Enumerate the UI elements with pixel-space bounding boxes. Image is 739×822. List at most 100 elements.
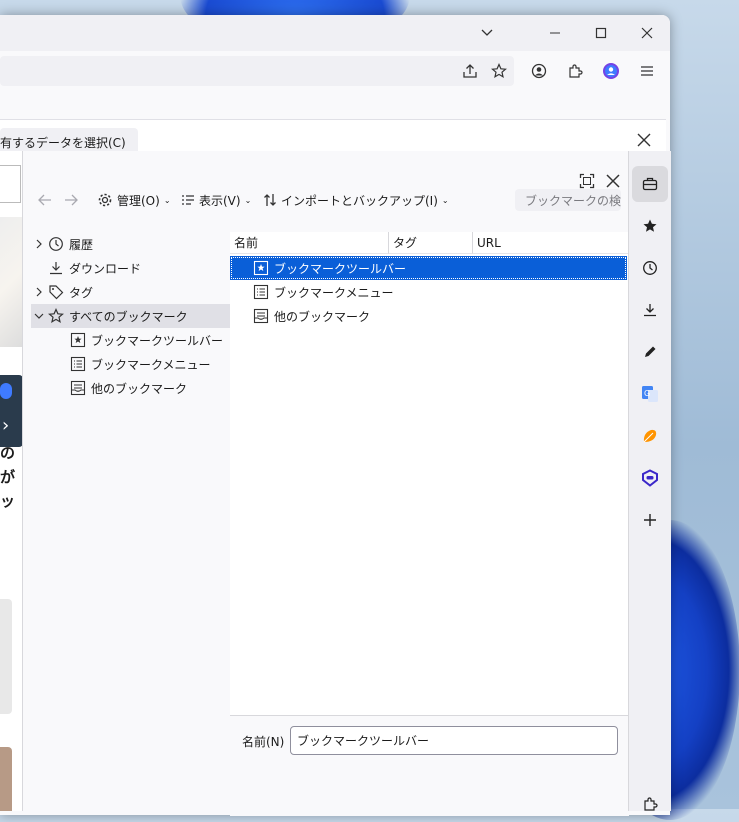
- name-field-label: 名前(N): [242, 735, 285, 749]
- extensions-button[interactable]: [561, 57, 589, 85]
- column-header-label: URL: [477, 235, 501, 250]
- unsorted-bookmarks-icon: [69, 380, 87, 396]
- list-all-tabs-button[interactable]: [464, 15, 510, 51]
- library-panel: 管理(O) ⌄ 表示(V) ⌄ インポートとバックアップ(I) ⌄ ブックマーク…: [22, 151, 629, 816]
- tree-item-label: 履歴: [69, 237, 94, 252]
- arrow-right-icon: [65, 194, 78, 206]
- sidebar-customize-button[interactable]: [632, 786, 668, 822]
- close-notification-button[interactable]: [630, 126, 658, 154]
- account-icon: [531, 63, 547, 79]
- page-text-line: が: [0, 468, 16, 486]
- tree-item-downloads[interactable]: ダウンロード: [31, 256, 230, 280]
- star-outline-icon: [47, 308, 65, 324]
- titlebar: [0, 15, 670, 51]
- briefcase-icon: [642, 177, 658, 191]
- page-text: の が ッ: [0, 441, 15, 513]
- sidebar-add-button[interactable]: [632, 502, 668, 538]
- chevron-down-icon[interactable]: [31, 312, 47, 320]
- tag-icon: [47, 284, 65, 300]
- sidebar-library-button[interactable]: [632, 166, 668, 202]
- chevron-right-icon[interactable]: [31, 239, 47, 249]
- chevron-down-icon: ⌄: [163, 195, 171, 205]
- puzzle-icon: [569, 64, 583, 78]
- maximize-button[interactable]: [578, 15, 624, 51]
- translate-icon: G: [642, 386, 658, 402]
- tree-item-bookmarks-toolbar[interactable]: ブックマークツールバー: [31, 328, 230, 352]
- sidebar-bookmarks-button[interactable]: [632, 208, 668, 244]
- unsorted-bookmarks-icon: [252, 308, 270, 324]
- sort-arrows-icon: [264, 194, 276, 206]
- bookmark-page-button[interactable]: [485, 57, 513, 85]
- close-window-button[interactable]: [624, 15, 670, 51]
- list-item[interactable]: ブックマークメニュー: [230, 280, 627, 304]
- tree-item-history[interactable]: 履歴: [31, 232, 230, 256]
- bookmark-menu-icon: [69, 356, 87, 372]
- organize-label: 管理(O): [117, 193, 160, 208]
- list-item-label: ブックマークメニュー: [274, 285, 394, 300]
- tree-item-label: ダウンロード: [69, 261, 142, 276]
- web-page-fragment: › の が ッ: [0, 151, 23, 811]
- sidebar-translate-button[interactable]: G: [632, 376, 668, 412]
- url-bar[interactable]: [0, 56, 514, 86]
- tree-item-label: すべてのブックマーク: [69, 309, 188, 324]
- page-text-line: ッ: [0, 492, 16, 510]
- tree-item-label: ブックマークツールバー: [91, 333, 224, 348]
- sidebar: G: [628, 151, 671, 811]
- page-image: [0, 599, 12, 714]
- share-button[interactable]: [456, 57, 484, 85]
- tree-item-bookmarks-menu[interactable]: ブックマークメニュー: [31, 352, 230, 376]
- bookmark-search-input[interactable]: ブックマークの検索: [515, 189, 621, 211]
- column-header-label: 名前: [234, 236, 259, 250]
- column-header-tags[interactable]: タグ: [389, 232, 473, 254]
- sidebar-extension-button[interactable]: [632, 460, 668, 496]
- organize-menu[interactable]: 管理(O) ⌄: [97, 190, 171, 210]
- forward-button[interactable]: [63, 190, 79, 210]
- chevron-right-icon[interactable]: [31, 287, 47, 297]
- arrow-left-icon: [38, 194, 51, 206]
- minimize-button[interactable]: [532, 15, 578, 51]
- close-icon: [641, 27, 653, 39]
- column-header-name[interactable]: 名前: [230, 232, 389, 254]
- tree-item-other-bookmarks[interactable]: 他のブックマーク: [31, 376, 230, 400]
- name-field[interactable]: ブックマークツールバー: [290, 726, 618, 755]
- sidebar-downloads-button[interactable]: [632, 292, 668, 328]
- library-tree: 履歴 ダウンロード タグ すべてのブックマーク ブックマークツールバー ブックマ…: [31, 232, 231, 812]
- back-button[interactable]: [37, 190, 53, 210]
- hamburger-menu-icon: [641, 66, 653, 76]
- sidebar-edit-button[interactable]: [632, 334, 668, 370]
- star-filled-icon: [643, 219, 657, 232]
- column-header-url[interactable]: URL: [473, 232, 629, 254]
- import-backup-menu[interactable]: インポートとバックアップ(I) ⌄: [263, 190, 449, 210]
- page-input-fragment[interactable]: [0, 165, 21, 203]
- plus-icon: [644, 514, 656, 526]
- maximize-icon: [595, 27, 607, 39]
- profile-button[interactable]: [597, 57, 625, 85]
- library-toolbar: 管理(O) ⌄ 表示(V) ⌄ インポートとバックアップ(I) ⌄ ブックマーク…: [23, 185, 629, 215]
- views-label: 表示(V): [199, 193, 241, 208]
- account-button[interactable]: [525, 57, 553, 85]
- bookmark-list: 名前 タグ URL ブックマークツールバー ブックマークメニュー 他のブックマー…: [230, 232, 629, 715]
- bookmark-toolbar-icon: [69, 332, 87, 348]
- page-thumbnail[interactable]: ›: [0, 375, 23, 447]
- download-icon: [47, 260, 65, 276]
- app-menu-button[interactable]: [633, 57, 661, 85]
- search-placeholder: ブックマークの検索: [525, 193, 621, 208]
- details-pane: 名前(N) ブックマークツールバー: [230, 715, 629, 816]
- sidebar-history-button[interactable]: [632, 250, 668, 286]
- import-backup-label: インポートとバックアップ(I): [281, 193, 438, 208]
- name-field-value: ブックマークツールバー: [297, 734, 430, 748]
- tree-item-all-bookmarks[interactable]: すべてのブックマーク: [31, 304, 230, 328]
- list-item[interactable]: 他のブックマーク: [230, 304, 627, 328]
- tree-item-tags[interactable]: タグ: [31, 280, 230, 304]
- page-image: [0, 217, 23, 347]
- page-image: [0, 747, 12, 811]
- svg-text:G: G: [644, 389, 650, 398]
- chevron-right-icon: ›: [2, 415, 10, 436]
- list-item[interactable]: ブックマークツールバー: [230, 256, 627, 280]
- bookmark-menu-icon: [252, 284, 270, 300]
- column-header-label: タグ: [393, 236, 418, 250]
- views-menu[interactable]: 表示(V) ⌄: [181, 190, 251, 210]
- share-icon: [463, 64, 477, 78]
- close-icon: [637, 133, 651, 147]
- sidebar-extension-button[interactable]: [632, 418, 668, 454]
